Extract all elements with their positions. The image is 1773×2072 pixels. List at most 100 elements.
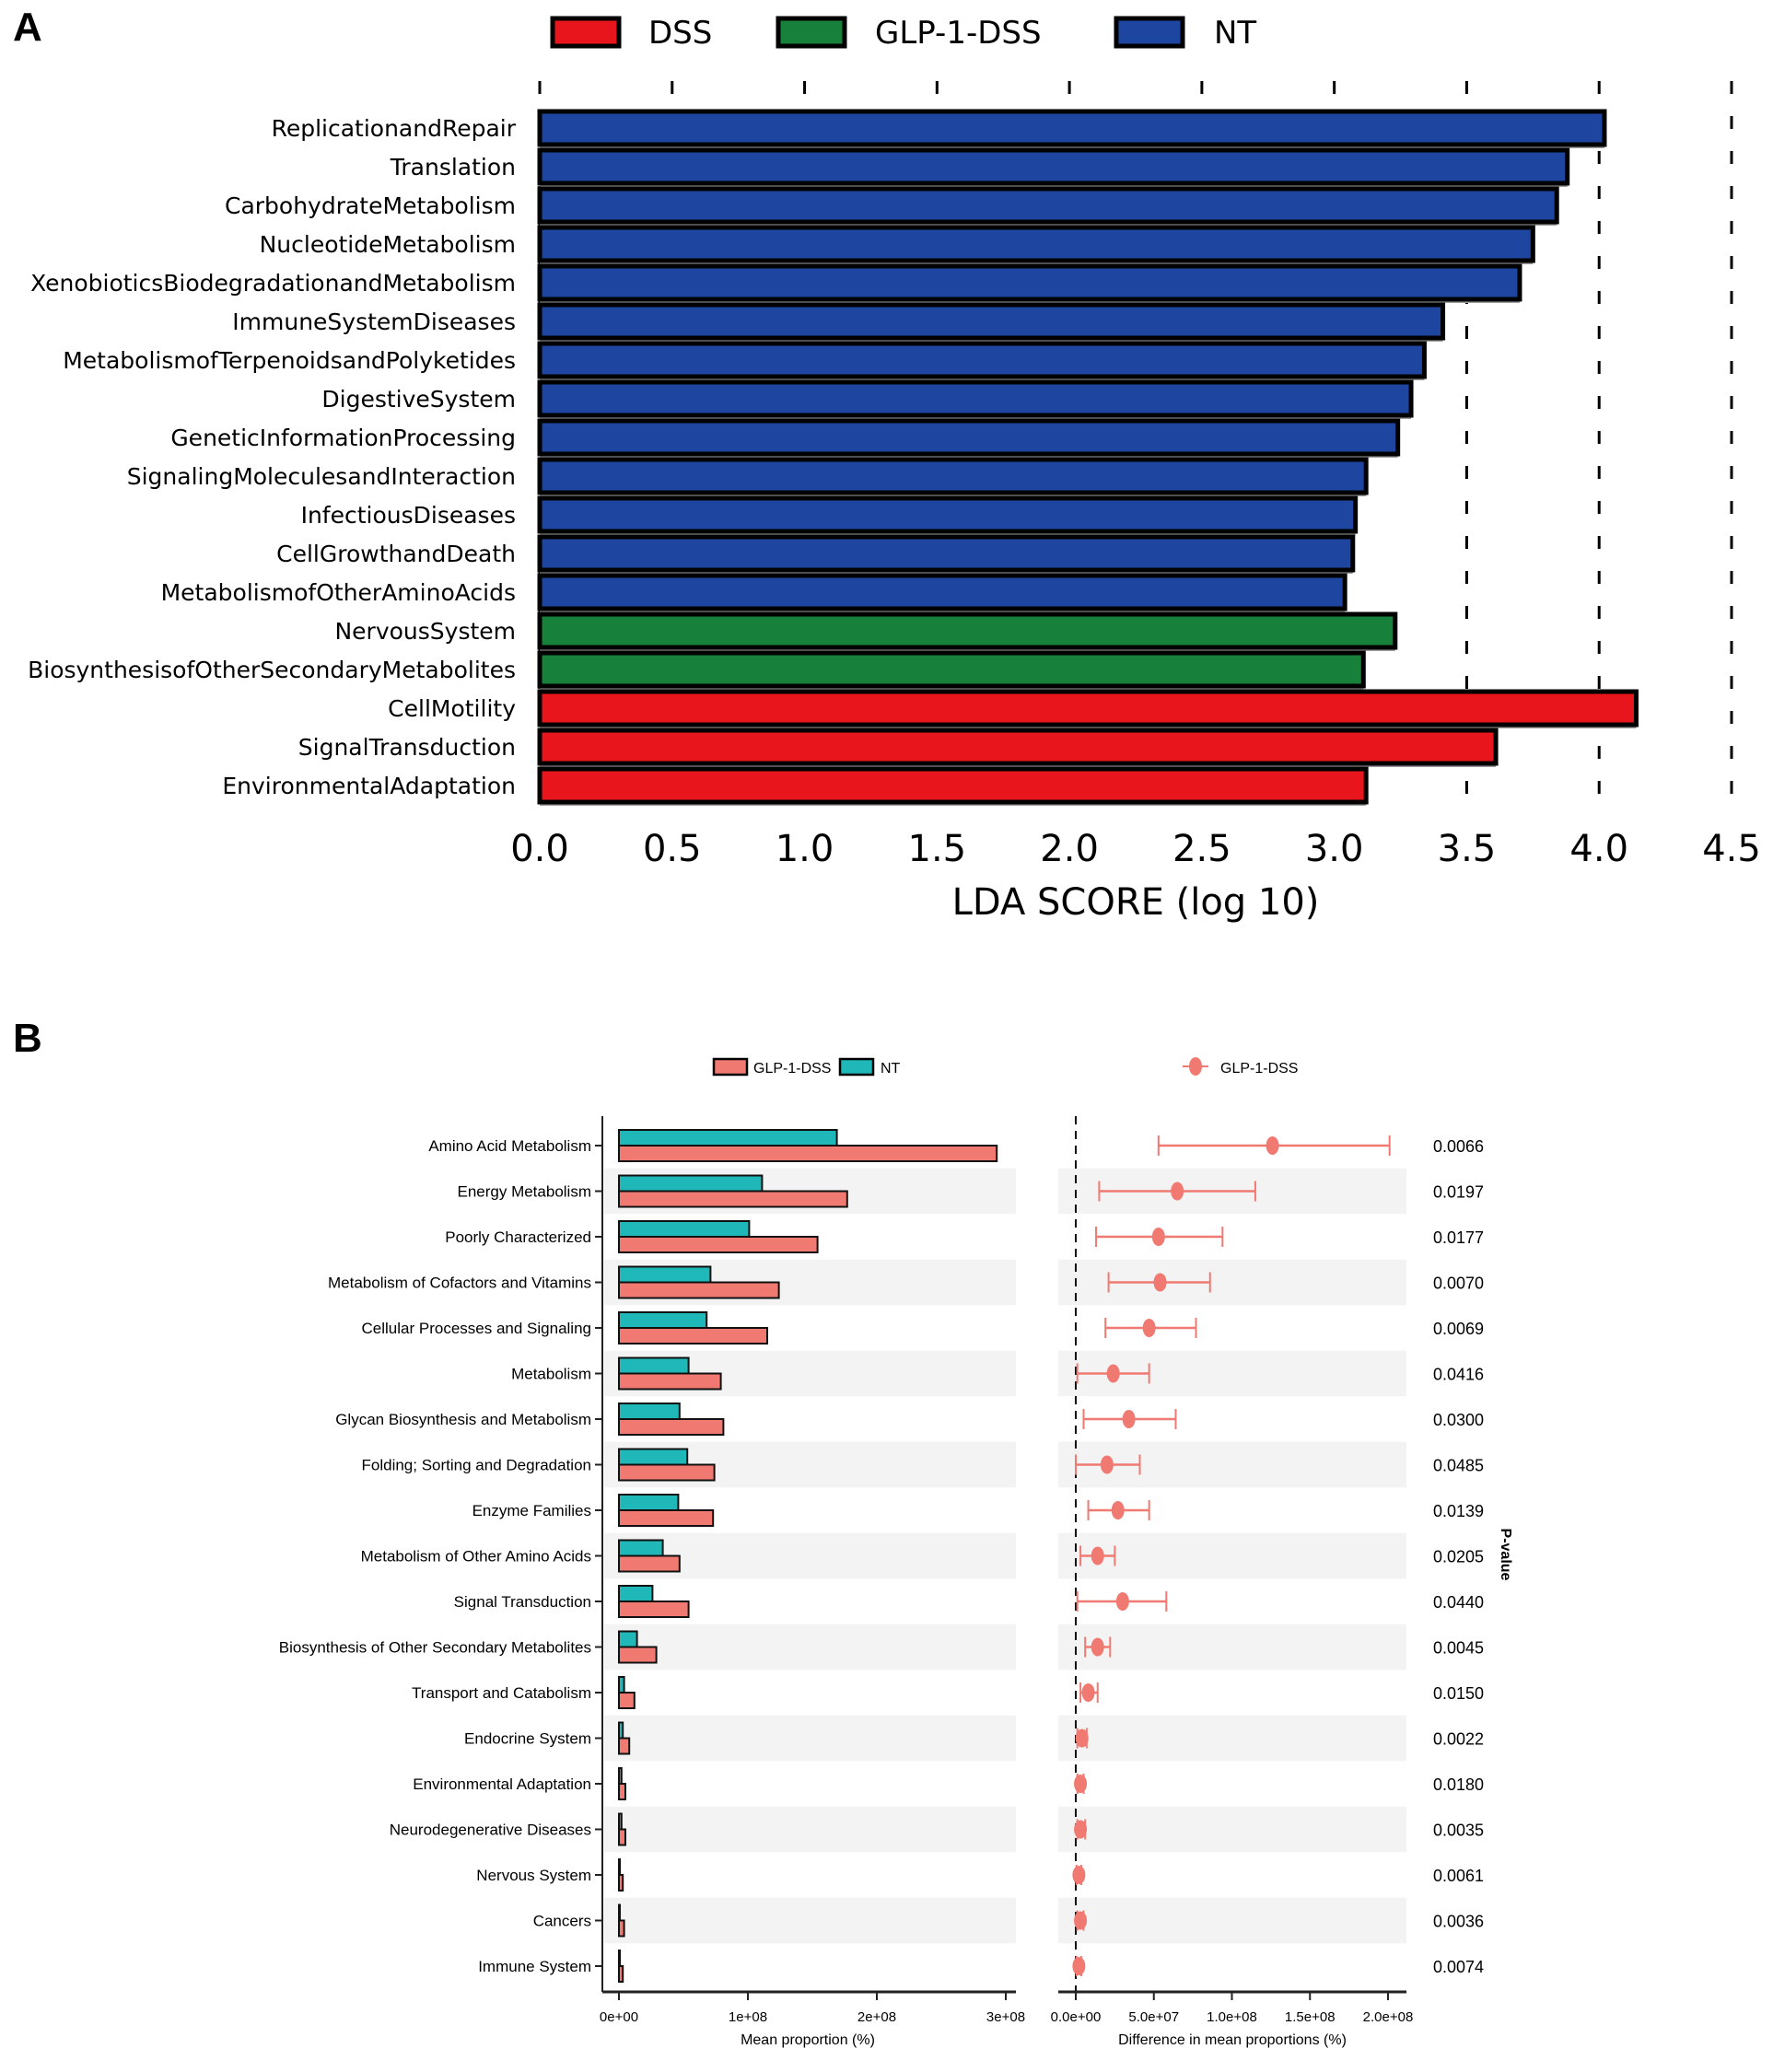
category-label: Transport and Catabolism bbox=[412, 1684, 591, 1702]
p-value-label: 0.0066 bbox=[1433, 1137, 1484, 1156]
p-value-label: 0.0300 bbox=[1433, 1411, 1484, 1429]
row-band bbox=[1058, 1715, 1406, 1762]
difference-point bbox=[1111, 1501, 1125, 1519]
x-tick-label: 5.0e+07 bbox=[1128, 2009, 1179, 2025]
bar bbox=[537, 186, 1559, 225]
category-label: Cellular Processes and Signaling bbox=[362, 1320, 591, 1337]
p-value-label: 0.0197 bbox=[1433, 1183, 1484, 1202]
x-tick-label: 0.0 bbox=[510, 828, 569, 870]
category-label: Metabolism of Cofactors and Vitamins bbox=[328, 1275, 591, 1292]
category-label: CarbohydrateMetabolism bbox=[225, 192, 516, 219]
bar bbox=[537, 495, 1359, 534]
legend-label-nt: NT bbox=[1214, 15, 1256, 52]
x-tick-label: 4.5 bbox=[1702, 828, 1761, 870]
bar bbox=[537, 766, 1369, 805]
panel-b-extended-error-bar-chart: GLP-1-DSS NT GLP-1-DSS Amino Acid Metabolis… bbox=[279, 1057, 1513, 2048]
category-label: Metabolism of Other Amino Acids bbox=[361, 1548, 591, 1566]
y-axis-title-p-value: P-value bbox=[1498, 1529, 1513, 1581]
bar bbox=[537, 418, 1401, 457]
difference-point bbox=[1074, 1820, 1088, 1839]
difference-point bbox=[1100, 1455, 1114, 1474]
bar-nt bbox=[618, 1721, 624, 1740]
bar bbox=[537, 147, 1570, 186]
row-band bbox=[1058, 1897, 1406, 1944]
p-value-label: 0.0180 bbox=[1433, 1775, 1484, 1794]
difference-point bbox=[1153, 1273, 1167, 1292]
difference-point bbox=[1074, 1775, 1088, 1793]
panel-b-letter: B bbox=[13, 1016, 42, 1061]
bar-glp-1-dss bbox=[618, 1418, 725, 1436]
difference-point bbox=[1072, 1957, 1086, 1975]
bar bbox=[537, 225, 1535, 263]
difference-point bbox=[1151, 1228, 1165, 1246]
bar-glp-1-dss bbox=[618, 1372, 722, 1391]
difference-point bbox=[1081, 1683, 1095, 1702]
bar-nt bbox=[618, 1494, 680, 1511]
row-band bbox=[604, 1897, 1016, 1944]
bar bbox=[537, 379, 1414, 418]
bar-glp-1-dss bbox=[618, 1737, 631, 1755]
bar bbox=[537, 573, 1347, 611]
legend-swatch-nt bbox=[1114, 16, 1185, 49]
category-label: SignalingMoleculesandInteraction bbox=[127, 463, 516, 490]
difference-point bbox=[1115, 1592, 1129, 1611]
p-value-label: 0.0416 bbox=[1433, 1366, 1484, 1384]
row-band bbox=[604, 1715, 1016, 1762]
bar bbox=[537, 263, 1522, 302]
p-value-label: 0.0036 bbox=[1433, 1913, 1484, 1931]
x-tick-label: 1.0 bbox=[776, 828, 834, 870]
category-label: Nervous System bbox=[476, 1867, 591, 1884]
category-label: MetabolismofOtherAminoAcids bbox=[161, 579, 516, 606]
bar-nt bbox=[618, 1630, 638, 1648]
bar-nt bbox=[618, 1812, 623, 1831]
bar-nt bbox=[618, 1311, 708, 1329]
row-band bbox=[604, 1806, 1016, 1853]
p-value-label: 0.0045 bbox=[1433, 1639, 1484, 1658]
p-value-label: 0.0177 bbox=[1433, 1228, 1484, 1247]
bar bbox=[537, 302, 1446, 341]
row-band bbox=[1058, 1806, 1406, 1853]
x-tick-label: 0e+00 bbox=[600, 2009, 638, 2025]
category-label: MetabolismofTerpenoidsandPolyketides bbox=[63, 347, 516, 374]
bar-nt bbox=[618, 1356, 690, 1375]
category-label: CellGrowthandDeath bbox=[276, 541, 516, 567]
category-label: ReplicationandRepair bbox=[272, 115, 517, 142]
difference-point bbox=[1072, 1866, 1086, 1884]
bar-nt bbox=[618, 1403, 681, 1420]
legend-swatch-dss bbox=[550, 16, 622, 49]
category-label: Signal Transduction bbox=[454, 1593, 591, 1611]
difference-point bbox=[1171, 1182, 1184, 1201]
difference-point bbox=[1266, 1136, 1279, 1155]
bar-glp-1-dss bbox=[618, 1463, 716, 1482]
x-tick-label: 4.0 bbox=[1569, 828, 1628, 870]
category-label: Metabolism bbox=[511, 1366, 591, 1383]
bar-glp-1-dss bbox=[618, 1646, 658, 1664]
legend-label-difference: GLP-1-DSS bbox=[1220, 1061, 1298, 1077]
p-value-label: 0.0069 bbox=[1433, 1320, 1484, 1338]
category-label: Cancers bbox=[533, 1913, 591, 1930]
bar-nt bbox=[618, 1129, 838, 1147]
legend-label-dss: DSS bbox=[648, 15, 712, 52]
bar-nt bbox=[618, 1676, 625, 1694]
p-value-label: 0.0440 bbox=[1433, 1593, 1484, 1612]
bar-glp-1-dss bbox=[618, 1145, 998, 1162]
legend-label-nt: NT bbox=[881, 1061, 901, 1077]
category-label: Poorly Characterized bbox=[445, 1228, 591, 1246]
bar-nt bbox=[618, 1539, 664, 1557]
category-label: Endocrine System bbox=[464, 1730, 591, 1748]
bar bbox=[537, 341, 1427, 379]
bar-nt bbox=[618, 1767, 623, 1785]
p-value-label: 0.0485 bbox=[1433, 1457, 1484, 1475]
bar-nt bbox=[618, 1950, 621, 1967]
bar-glp-1-dss bbox=[618, 1281, 780, 1299]
p-value-label: 0.0139 bbox=[1433, 1502, 1484, 1520]
x-tick-label: 3e+08 bbox=[986, 2009, 1025, 2025]
legend-swatch-glp-1-dss bbox=[776, 16, 847, 49]
p-value-label: 0.0035 bbox=[1433, 1822, 1484, 1840]
category-label: SignalTransduction bbox=[298, 734, 516, 761]
category-label: Amino Acid Metabolism bbox=[428, 1137, 591, 1155]
category-label: Neurodegenerative Diseases bbox=[390, 1822, 591, 1839]
category-label: XenobioticsBiodegradationandMetabolism bbox=[30, 270, 516, 297]
p-value-label: 0.0061 bbox=[1433, 1867, 1484, 1885]
bar-glp-1-dss bbox=[618, 1874, 624, 1892]
